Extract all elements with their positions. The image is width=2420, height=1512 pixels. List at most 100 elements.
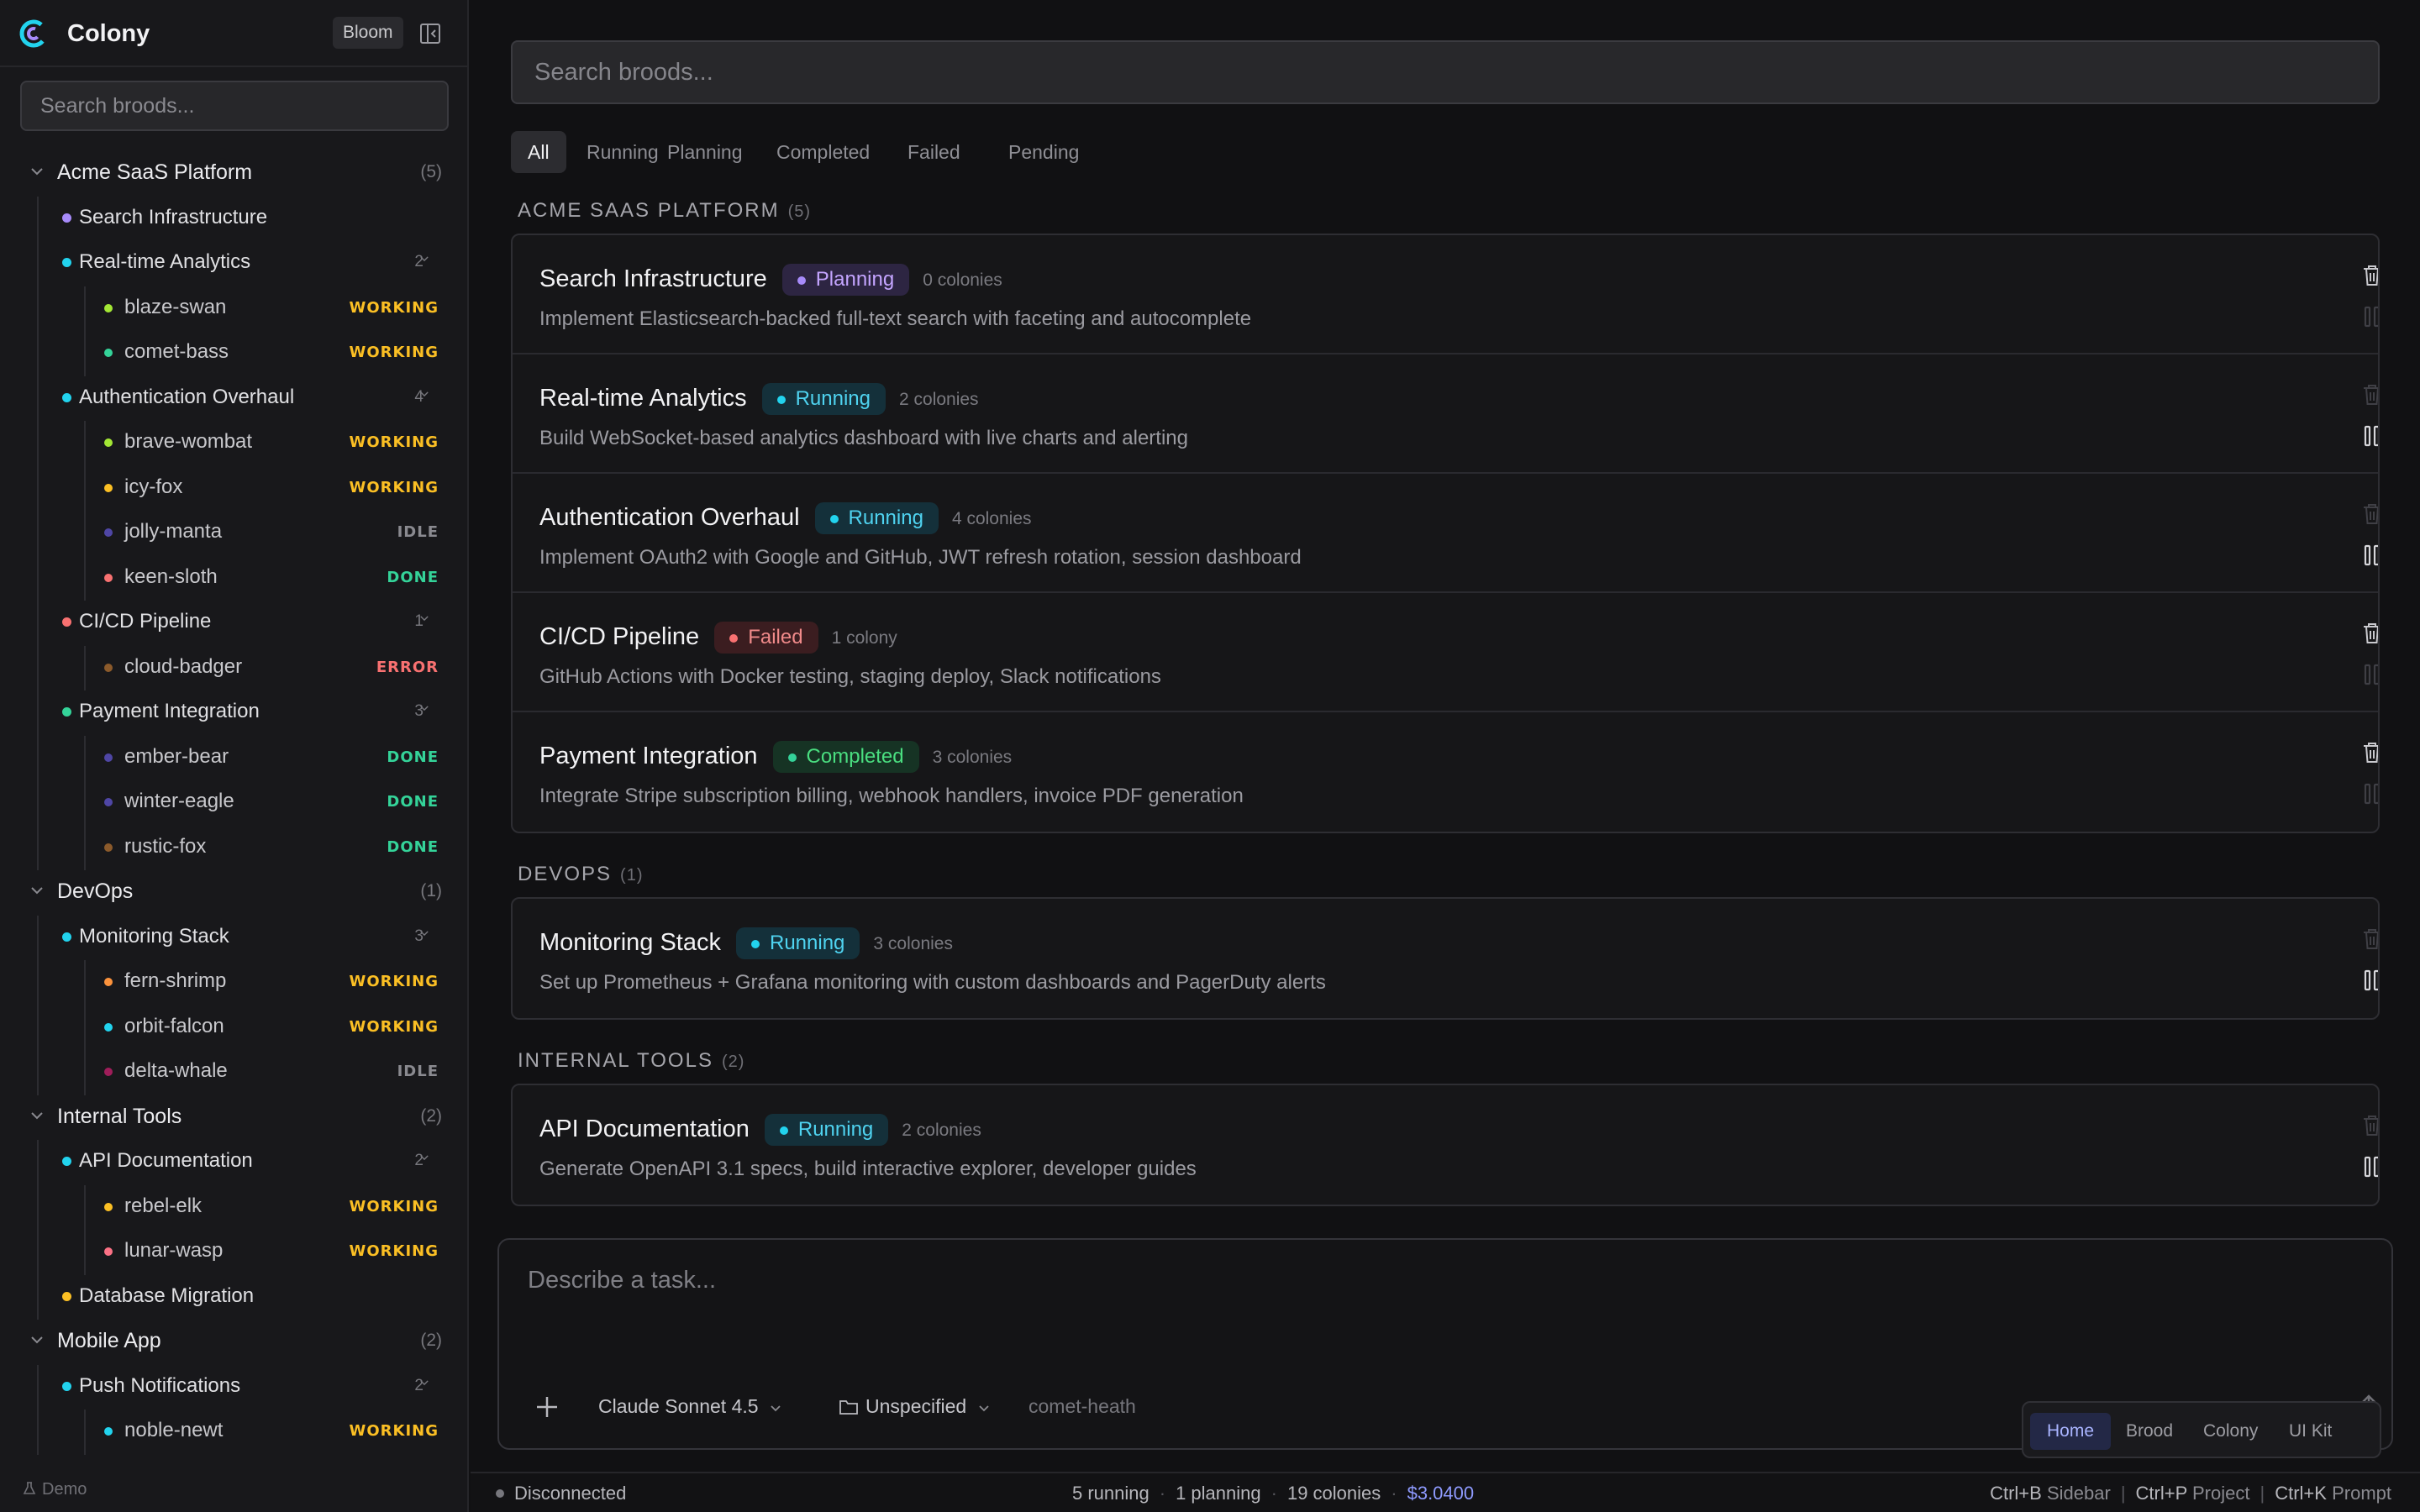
colony-name: cloud-badger xyxy=(124,654,243,678)
sidebar-project-row[interactable]: Acme SaaS Platform (5) xyxy=(0,151,467,193)
chevron-down-icon[interactable] xyxy=(29,1107,45,1124)
brood-card[interactable]: Search Infrastructure Planning 0 colonies I… xyxy=(513,235,2378,354)
pause-icon[interactable] xyxy=(2363,1156,2380,1178)
sidebar-brood-row[interactable]: Real-time Analytics 2 xyxy=(0,241,467,283)
main-search-input[interactable]: Search broods... xyxy=(511,40,2380,104)
status-label: Planning xyxy=(815,268,895,291)
nav-home[interactable]: Home xyxy=(2030,1413,2112,1450)
sidebar-collapse-icon[interactable] xyxy=(418,22,442,45)
directory-selector[interactable]: Unspecified xyxy=(839,1391,991,1421)
chevron-down-icon[interactable] xyxy=(418,253,430,265)
sidebar-colony-row[interactable]: noble-newt WORKING xyxy=(0,1410,467,1452)
brood-name: Search Infrastructure xyxy=(79,205,268,228)
chevron-down-icon[interactable] xyxy=(29,1331,45,1348)
sidebar-brood-row[interactable]: Push Notifications 2 xyxy=(0,1365,467,1407)
nav-brood[interactable]: Brood xyxy=(2109,1413,2190,1450)
chevron-down-icon[interactable] xyxy=(418,612,430,624)
plus-icon[interactable] xyxy=(534,1394,560,1420)
chevron-down-icon[interactable] xyxy=(418,702,430,714)
pause-icon[interactable] xyxy=(2363,425,2380,447)
chevron-down-icon[interactable] xyxy=(418,388,430,400)
sidebar-brood-row[interactable]: API Documentation 2 xyxy=(0,1140,467,1182)
pause-icon[interactable] xyxy=(2363,306,2380,328)
colony-name: comet-bass xyxy=(124,340,229,363)
pause-icon[interactable] xyxy=(2363,969,2380,991)
shortcut-label: Sidebar xyxy=(2046,1483,2111,1504)
trash-icon[interactable] xyxy=(2361,1114,2380,1137)
sidebar-colony-row[interactable]: delta-whale IDLE xyxy=(0,1050,467,1092)
sidebar-brood-row[interactable]: Authentication Overhaul 4 xyxy=(0,376,467,418)
nav-ui-kit[interactable]: UI Kit xyxy=(2272,1413,2349,1450)
sidebar-colony-row[interactable]: blaze-swan WORKING xyxy=(0,286,467,328)
brood-card[interactable]: Payment Integration Completed 3 colonies In… xyxy=(513,712,2378,832)
sidebar-search-input[interactable]: Search broods... xyxy=(20,81,449,131)
sidebar-colony-row[interactable]: orbit-falcon WORKING xyxy=(0,1005,467,1047)
pause-icon[interactable] xyxy=(2363,783,2380,805)
connection-status: Disconnected xyxy=(496,1480,626,1507)
tree-guide-line xyxy=(84,960,86,1095)
trash-icon[interactable] xyxy=(2361,383,2380,407)
sidebar-colony-row[interactable]: keen-sloth DONE xyxy=(0,556,467,598)
trash-icon[interactable] xyxy=(2361,264,2380,287)
sidebar-brood-row[interactable]: Monitoring Stack 3 xyxy=(0,916,467,958)
shortcut-label: Project xyxy=(2192,1483,2250,1504)
status-dot-icon xyxy=(729,634,739,643)
status-badge: Failed xyxy=(714,622,818,654)
pause-icon[interactable] xyxy=(2363,664,2380,685)
project-count: (1) xyxy=(420,881,442,900)
colony-count: 2 colonies xyxy=(899,390,979,409)
brood-card[interactable]: Authentication Overhaul Running 4 colonies… xyxy=(513,474,2378,593)
status-dot-icon xyxy=(104,1247,113,1256)
composer-input[interactable]: Describe a task... xyxy=(528,1265,716,1295)
model-selector[interactable]: Claude Sonnet 4.5 xyxy=(598,1391,782,1421)
folder-icon xyxy=(839,1400,858,1415)
bloom-badge[interactable]: Bloom xyxy=(333,17,403,49)
sidebar-colony-row[interactable]: rebel-elk WORKING xyxy=(0,1185,467,1227)
sidebar-project-row[interactable]: Mobile App (2) xyxy=(0,1320,467,1362)
sidebar-colony-row[interactable]: fern-shrimp WORKING xyxy=(0,960,467,1002)
sidebar-colony-row[interactable]: jolly-manta IDLE xyxy=(0,511,467,553)
brood-group: Monitoring Stack Running 3 colonies Set up … xyxy=(511,897,2380,1020)
chevron-down-icon[interactable] xyxy=(29,882,45,899)
sidebar-colony-row[interactable]: ember-bear DONE xyxy=(0,736,467,778)
pause-icon[interactable] xyxy=(2363,544,2380,566)
trash-icon[interactable] xyxy=(2361,502,2380,526)
sidebar-colony-row[interactable]: lunar-wasp WORKING xyxy=(0,1230,467,1272)
trash-icon[interactable] xyxy=(2361,622,2380,645)
sidebar-colony-row[interactable]: winter-eagle DONE xyxy=(0,780,467,822)
brood-card[interactable]: Real-time Analytics Running 2 colonies Buil… xyxy=(513,354,2378,474)
chevron-down-icon[interactable] xyxy=(418,927,430,939)
trash-icon[interactable] xyxy=(2361,927,2380,951)
tab-failed[interactable]: Failed xyxy=(891,131,977,173)
brood-card[interactable]: API Documentation Running 2 colonies Genera… xyxy=(513,1085,2378,1205)
tab-pending[interactable]: Pending xyxy=(992,131,1096,173)
sidebar-project-row[interactable]: Internal Tools (2) xyxy=(0,1095,467,1137)
sidebar-brood-row[interactable]: CI/CD Pipeline 1 xyxy=(0,601,467,643)
sidebar-brood-row[interactable]: Search Infrastructure xyxy=(0,197,467,239)
chevron-down-icon[interactable] xyxy=(418,1377,430,1389)
status-dot-icon xyxy=(779,1126,788,1135)
tab-completed[interactable]: Completed xyxy=(760,131,886,173)
chevron-down-icon[interactable] xyxy=(29,163,45,180)
brood-title: Real-time Analytics xyxy=(539,385,747,412)
sidebar-colony-row[interactable]: cloud-badger ERROR xyxy=(0,646,467,688)
nav-colony[interactable]: Colony xyxy=(2186,1413,2275,1450)
status-dot-icon xyxy=(797,276,806,285)
sidebar-header: Colony Bloom xyxy=(0,0,467,67)
sidebar-colony-row[interactable]: rustic-fox DONE xyxy=(0,826,467,868)
shortcut-label: Prompt xyxy=(2332,1483,2391,1504)
sidebar-colony-row[interactable]: icy-fox WORKING xyxy=(0,466,467,508)
brood-card[interactable]: CI/CD Pipeline Failed 1 colony GitHub Actio… xyxy=(513,593,2378,712)
chevron-down-icon[interactable] xyxy=(418,1152,430,1163)
colony-status: WORKING xyxy=(349,344,439,361)
brood-group: Search Infrastructure Planning 0 colonies I… xyxy=(511,234,2380,833)
sidebar-brood-row[interactable]: Database Migration xyxy=(0,1275,467,1317)
trash-icon[interactable] xyxy=(2361,741,2380,764)
tab-planning[interactable]: Planning xyxy=(650,131,760,173)
sidebar-colony-row[interactable]: comet-bass WORKING xyxy=(0,331,467,373)
tab-all[interactable]: All xyxy=(511,131,566,173)
sidebar-colony-row[interactable]: brave-wombat WORKING xyxy=(0,421,467,463)
sidebar-brood-row[interactable]: Payment Integration 3 xyxy=(0,690,467,732)
brood-card[interactable]: Monitoring Stack Running 3 colonies Set up … xyxy=(513,899,2378,1018)
sidebar-project-row[interactable]: DevOps (1) xyxy=(0,870,467,912)
